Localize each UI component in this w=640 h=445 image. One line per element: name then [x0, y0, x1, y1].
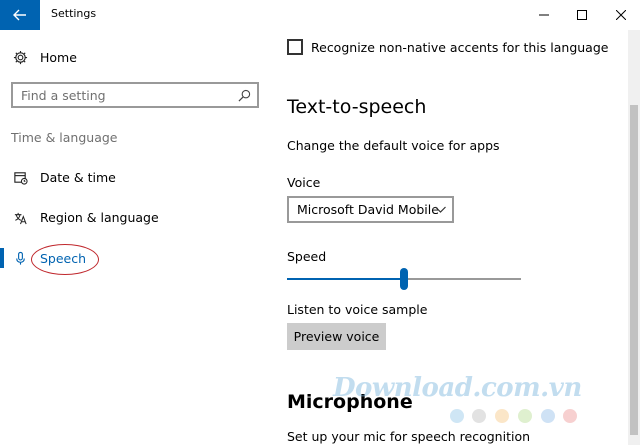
- watermark-dot: [541, 409, 555, 423]
- search-box[interactable]: Find a setting: [11, 82, 259, 108]
- back-arrow-icon: [13, 9, 26, 21]
- region-language-icon: [12, 209, 28, 225]
- calendar-icon: [12, 169, 28, 185]
- slider-thumb[interactable]: [400, 268, 408, 290]
- speed-slider[interactable]: [287, 268, 521, 290]
- tts-description: Change the default voice for apps: [287, 138, 500, 153]
- watermark-dot: [518, 409, 532, 423]
- sidebar-item-home[interactable]: Home: [0, 41, 260, 73]
- highlight-circle: [31, 244, 99, 275]
- microphone-description: Set up your mic for speech recognition: [287, 429, 531, 444]
- section-heading: Time & language: [11, 130, 118, 145]
- search-icon[interactable]: [238, 89, 251, 102]
- preview-voice-button[interactable]: Preview voice: [287, 323, 386, 350]
- microphone-icon: [12, 250, 28, 266]
- sidebar-item-label: Date & time: [40, 169, 116, 185]
- close-icon: [616, 10, 626, 20]
- watermark-text: Download.com.vn: [333, 373, 582, 403]
- voice-dropdown[interactable]: Microsoft David Mobile: [287, 196, 454, 223]
- checkbox-label: Recognize non-native accents for this la…: [311, 39, 609, 55]
- title-bar: Settings: [0, 0, 640, 30]
- maximize-icon: [577, 10, 587, 20]
- close-button[interactable]: [598, 0, 640, 30]
- sidebar: Home Find a setting Time & language Date…: [0, 30, 270, 445]
- accent-checkbox-row[interactable]: Recognize non-native accents for this la…: [287, 39, 608, 55]
- watermark-dot: [472, 409, 486, 423]
- sidebar-item-label: Home: [40, 49, 77, 65]
- speed-label: Speed: [287, 249, 327, 264]
- watermark-dot: [450, 409, 464, 423]
- sidebar-item-label: Region & language: [40, 209, 159, 225]
- voice-selected: Microsoft David Mobile: [297, 202, 439, 217]
- accent-checkbox[interactable]: [287, 39, 303, 55]
- back-button[interactable]: [0, 0, 40, 30]
- scrollbar[interactable]: [628, 30, 640, 445]
- listen-label: Listen to voice sample: [287, 302, 428, 317]
- watermark-dot: [495, 409, 509, 423]
- watermark-dot: [563, 409, 577, 423]
- sidebar-item-date-time[interactable]: Date & time: [0, 161, 260, 193]
- scroll-thumb[interactable]: [630, 105, 638, 435]
- search-input[interactable]: Find a setting: [21, 88, 106, 103]
- minimize-icon: [539, 14, 549, 16]
- sidebar-item-region-language[interactable]: Region & language: [0, 201, 260, 233]
- slider-fill: [287, 278, 404, 280]
- voice-label: Voice: [287, 175, 321, 190]
- gear-icon: [12, 49, 28, 65]
- chevron-down-icon: [435, 206, 446, 213]
- window-title: Settings: [51, 7, 97, 20]
- tts-heading: Text-to-speech: [287, 96, 427, 118]
